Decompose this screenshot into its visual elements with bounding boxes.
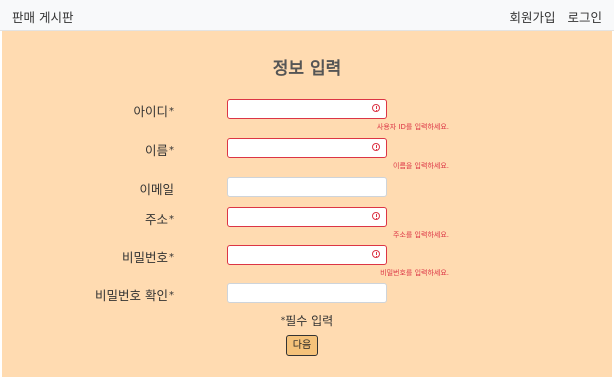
nav-links: 회원가입 로그인 bbox=[501, 7, 602, 26]
signup-link[interactable]: 회원가입 bbox=[509, 10, 555, 25]
name-error-message: 이름을 입력하세요. bbox=[393, 162, 449, 170]
field-label-name: 이름* bbox=[144, 143, 174, 158]
form-container: 정보 입력 아이디* 사용자 ID를 입력하세요. 이름* 이름을 입력하세요.… bbox=[2, 31, 612, 377]
address-input[interactable] bbox=[227, 207, 387, 227]
field-label-address: 주소* bbox=[144, 212, 174, 227]
name-input[interactable] bbox=[227, 138, 387, 158]
field-row-name: 이름* 이름을 입력하세요. bbox=[2, 138, 612, 170]
password-error-message: 비밀번호를 입력하세요. bbox=[380, 269, 449, 277]
required-note: *필수 입력 bbox=[280, 314, 334, 328]
field-row-password-confirm: 비밀번호 확인* bbox=[2, 283, 612, 303]
login-link[interactable]: 로그인 bbox=[567, 10, 602, 25]
password-input[interactable] bbox=[227, 245, 387, 265]
id-error-message: 사용자 ID를 입력하세요. bbox=[376, 123, 449, 131]
field-row-email: 이메일 bbox=[2, 177, 612, 197]
error-icon bbox=[372, 104, 380, 112]
address-error-message: 주소를 입력하세요. bbox=[393, 231, 449, 239]
field-row-address: 주소* 주소를 입력하세요. bbox=[2, 207, 612, 239]
field-label-id: 아이디* bbox=[133, 104, 174, 119]
password-confirm-input[interactable] bbox=[227, 283, 387, 303]
error-icon bbox=[372, 143, 380, 151]
field-label-password: 비밀번호* bbox=[121, 250, 174, 265]
navbar: 판매 게시판 회원가입 로그인 bbox=[0, 0, 614, 31]
email-input[interactable] bbox=[227, 177, 387, 197]
field-row-password: 비밀번호* 비밀번호를 입력하세요. bbox=[2, 245, 612, 277]
error-icon bbox=[372, 250, 380, 258]
error-icon bbox=[372, 212, 380, 220]
page-title: 정보 입력 bbox=[272, 59, 342, 79]
field-row-id: 아이디* 사용자 ID를 입력하세요. bbox=[2, 99, 612, 131]
brand-link[interactable]: 판매 게시판 bbox=[12, 7, 73, 26]
id-input[interactable] bbox=[227, 99, 387, 119]
field-label-email: 이메일 bbox=[139, 182, 174, 197]
next-button[interactable]: 다음 bbox=[286, 335, 318, 356]
field-label-password-confirm: 비밀번호 확인* bbox=[95, 288, 174, 303]
